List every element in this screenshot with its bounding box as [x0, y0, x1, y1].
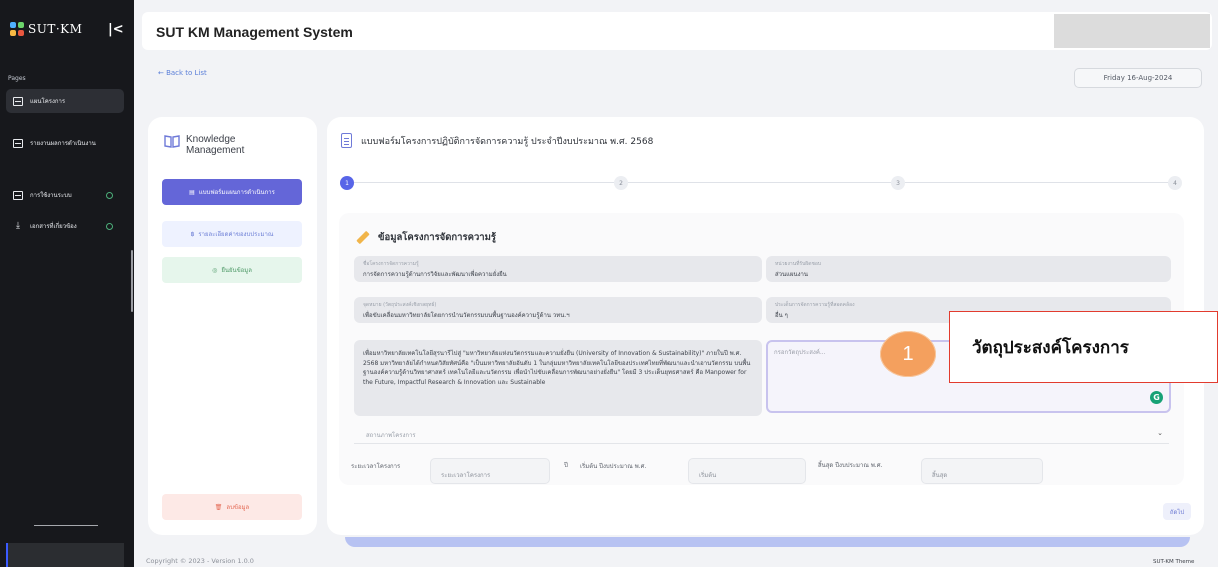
callout-number-badge: 1 — [880, 331, 936, 377]
back-to-list-link[interactable]: ← Back to List — [158, 69, 207, 77]
budget-button-label: รายละเอียดค่าของบประมาณ — [198, 231, 274, 238]
header-user-area[interactable] — [1054, 14, 1210, 48]
collapse-sidebar-icon[interactable]: |< — [108, 22, 124, 37]
year-unit-label: ปี — [564, 462, 568, 469]
chevron-down-icon: ⌄ — [1157, 429, 1163, 437]
confirm-button-label: ยืนยันข้อมูล — [221, 267, 252, 274]
km-type-label: ประเด็นการจัดการความรู้ที่สอดคล้อง — [775, 302, 855, 308]
app-title: SUT KM Management System — [156, 24, 353, 40]
plan-form-button-label: แบบฟอร์มแผนการดำเนินการ — [198, 189, 275, 196]
book-icon — [164, 135, 180, 148]
km-heading-text: Knowledge Management — [186, 134, 245, 156]
objective-placeholder: กรอกวัตถุประสงค์... — [774, 349, 826, 356]
unit-value: ส่วนแผนงาน — [775, 271, 809, 278]
km-heading: Knowledge Management — [164, 134, 266, 156]
check-circle-icon: ◎ — [212, 266, 218, 274]
duration-label: ระยะเวลาโครงการ — [351, 463, 401, 470]
gear-icon — [106, 222, 113, 230]
logo-icon — [10, 22, 24, 36]
sidebar-item-label: เอกสารที่เกี่ยวข้อง — [30, 223, 77, 230]
sidebar-item-label: แผนโครงการ — [30, 98, 66, 105]
start-year-input[interactable]: เริ่มต้น — [688, 458, 806, 484]
project-name-field[interactable]: ชื่อโครงการจัดการความรู้ การจัดการความรู… — [354, 256, 762, 282]
sidebar-item-label: การใช้งานระบบ — [30, 192, 72, 199]
project-status-placeholder: สถานภาพโครงการ — [366, 432, 416, 439]
table-icon — [13, 190, 23, 200]
currency-icon: ฿ — [190, 230, 195, 238]
form-title: แบบฟอร์มโครงการปฏิบัติการจัดการความรู้ ป… — [341, 133, 653, 148]
app-logo[interactable]: SUT·KM — [10, 22, 82, 36]
list-icon — [13, 138, 23, 148]
top-header: SUT KM Management System — [142, 12, 1212, 50]
budget-details-button[interactable]: ฿ รายละเอียดค่าของบประมาณ — [162, 221, 302, 247]
sidebar-item-report[interactable]: รายงานผลการดำเนินงาน — [6, 131, 124, 155]
delete-button-label: ลบข้อมูล — [226, 504, 250, 511]
footer-theme: SUT-KM Theme — [1153, 559, 1195, 565]
sidebar: SUT·KM |< Pages แผนโครงการ รายงานผลการดำ… — [0, 0, 134, 567]
gear-icon — [106, 191, 113, 199]
grammarly-icon[interactable]: G — [1150, 391, 1163, 404]
panel-accent — [345, 537, 1190, 547]
stepper-track — [347, 182, 1181, 183]
step-1[interactable]: 1 — [340, 176, 354, 190]
sidebar-scrollbar[interactable] — [131, 250, 133, 312]
sidebar-item-label: รายงานผลการดำเนินงาน — [30, 140, 96, 147]
sidebar-section-label: Pages — [8, 75, 26, 82]
step-2[interactable]: 2 — [614, 176, 628, 190]
sidebar-item-documents[interactable]: ⤓ เอกสารที่เกี่ยวข้อง — [6, 214, 124, 238]
sidebar-footer — [6, 543, 124, 567]
sidebar-divider — [34, 525, 98, 526]
form-icon: ▤ — [189, 188, 195, 196]
next-button[interactable]: ถัดไป — [1163, 503, 1191, 520]
trash-icon: 🗑 — [214, 503, 223, 511]
callout-label: วัตถุประสงค์โครงการ — [949, 311, 1218, 383]
end-year-label: สิ้นสุด ปีงบประมาณ พ.ศ. — [818, 462, 883, 469]
table-icon — [13, 96, 23, 106]
unit-field[interactable]: หน่วยงานที่รับผิดชอบ ส่วนแผนงาน — [766, 256, 1171, 282]
project-name-label: ชื่อโครงการจัดการความรู้ — [363, 261, 419, 267]
goal-value: เพื่อขับเคลื่อนมหาวิทยาลัยโดยการนำนวัตกร… — [363, 312, 570, 319]
section-title: ข้อมูลโครงการจัดการความรู้ — [356, 230, 496, 245]
goal-field[interactable]: จุดหมาย (วัตถุประสงค์เชิงกลยุทธ์) เพื่อข… — [354, 297, 762, 323]
description-textarea[interactable]: เพื่อมหาวิทยาลัยเทคโนโลยีสุรนารีไปสู่ "ม… — [354, 340, 762, 416]
form-title-text: แบบฟอร์มโครงการปฏิบัติการจัดการความรู้ ป… — [361, 136, 654, 147]
step-3[interactable]: 3 — [891, 176, 905, 190]
plan-form-button[interactable]: ▤ แบบฟอร์มแผนการดำเนินการ — [162, 179, 302, 205]
pencil-icon — [356, 230, 370, 245]
duration-input[interactable]: ระยะเวลาโครงการ — [430, 458, 550, 484]
end-year-input[interactable]: สิ้นสุด — [921, 458, 1043, 484]
logo-text: SUT·KM — [28, 22, 83, 36]
left-panel: Knowledge Management ▤ แบบฟอร์มแผนการดำเ… — [148, 117, 317, 535]
confirm-button[interactable]: ◎ ยืนยันข้อมูล — [162, 257, 302, 283]
project-status-select[interactable]: สถานภาพโครงการ ⌄ — [354, 426, 1169, 444]
delete-button[interactable]: 🗑 ลบข้อมูล — [162, 494, 302, 520]
goal-label: จุดหมาย (วัตถุประสงค์เชิงกลยุทธ์) — [363, 302, 437, 308]
step-4[interactable]: 4 — [1168, 176, 1182, 190]
document-icon — [341, 133, 352, 148]
unit-label: หน่วยงานที่รับผิดชอบ — [775, 261, 822, 267]
footer-copyright: Copyright © 2023 - Version 1.0.0 — [146, 557, 254, 565]
download-icon: ⤓ — [16, 221, 20, 231]
sidebar-item-project-plan[interactable]: แผนโครงการ — [6, 89, 124, 113]
section-title-text: ข้อมูลโครงการจัดการความรู้ — [378, 232, 496, 243]
start-year-label: เริ่มต้น ปีงบประมาณ พ.ศ. — [580, 463, 647, 470]
date-badge: Friday 16-Aug-2024 — [1074, 68, 1202, 88]
project-name-value: การจัดการความรู้ด้านการวิจัยและพัฒนาเพื่… — [363, 271, 507, 278]
sidebar-item-usage[interactable]: การใช้งานระบบ — [6, 183, 124, 207]
